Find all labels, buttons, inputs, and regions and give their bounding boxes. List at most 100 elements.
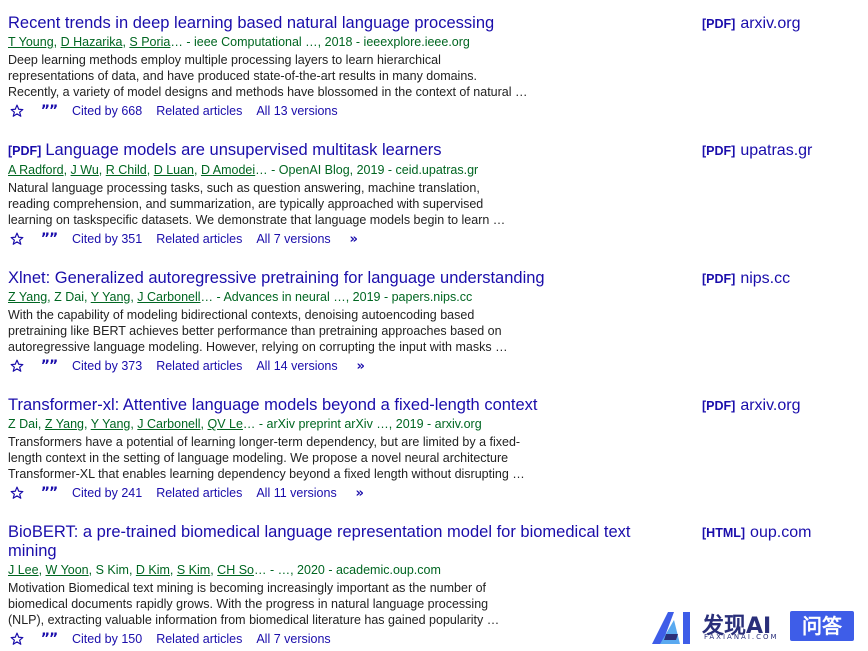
result-snippet: With the capability of modeling bidirect… <box>8 307 568 355</box>
cited-by-link[interactable]: Cited by 241 <box>72 486 142 500</box>
snippet-line: Motivation Biomedical text mining is bec… <box>8 581 487 595</box>
author-link[interactable]: J Carbonell <box>137 290 200 304</box>
format-tag[interactable]: [PDF] <box>702 399 735 413</box>
source-domain[interactable]: nips.cc <box>740 270 790 287</box>
source-domain[interactable]: oup.com <box>750 524 811 541</box>
result-source: … - ieee Computational …, 2018 - ieeexpl… <box>170 35 470 49</box>
result-title-link[interactable]: Transformer-xl: Attentive language model… <box>8 396 648 415</box>
result-authors: J Lee, W Yoon, S Kim, D Kim, S Kim, CH S… <box>8 563 441 577</box>
cited-by-link[interactable]: Cited by 150 <box>72 632 142 646</box>
all-versions-link[interactable]: All 11 versions <box>256 486 336 500</box>
snippet-line: length context in the setting of languag… <box>8 451 509 465</box>
related-articles-link[interactable]: Related articles <box>156 104 242 118</box>
author-link[interactable]: S Poria <box>129 35 170 49</box>
author-link[interactable]: Y Yang <box>91 290 131 304</box>
author-link[interactable]: Y Yang <box>91 417 131 431</box>
all-versions-link[interactable]: All 7 versions <box>256 632 330 646</box>
result-actions: ”” Cited by 241 Related articles All 11 ver… <box>8 484 698 502</box>
related-articles-link[interactable]: Related articles <box>156 232 242 246</box>
snippet-line: representations of data, and have produc… <box>8 69 478 83</box>
qa-button[interactable]: 问答 <box>790 611 854 641</box>
result-title-text[interactable]: Transformer-xl: Attentive language model… <box>8 396 538 414</box>
author-link[interactable]: J Lee <box>8 563 39 577</box>
format-tag[interactable]: [PDF] <box>702 272 735 286</box>
result-title-link[interactable]: [PDF] Language models are unsupervised mu… <box>8 141 648 161</box>
author-link[interactable]: A Radford <box>8 163 64 177</box>
author-link[interactable]: D Kim <box>136 563 170 577</box>
related-articles-link[interactable]: Related articles <box>156 359 242 373</box>
source-domain[interactable]: upatras.gr <box>740 142 812 159</box>
result-actions: ”” Cited by 373 Related articles All 14 ver… <box>8 357 698 375</box>
author-link[interactable]: D Hazarika <box>61 35 123 49</box>
full-text-link[interactable]: [PDF] nips.cc <box>702 270 790 288</box>
double-chevron-right-icon[interactable]: » <box>351 484 369 502</box>
author-link[interactable]: W Yoon <box>46 563 89 577</box>
related-articles-link[interactable]: Related articles <box>156 632 242 646</box>
author-link[interactable]: D Luan <box>154 163 194 177</box>
search-result: Transformer-xl: Attentive language model… <box>8 396 698 502</box>
search-result: BioBERT: a pre-trained biomedical langua… <box>8 523 698 648</box>
full-text-link[interactable]: [PDF] upatras.gr <box>702 142 812 160</box>
snippet-line: With the capability of modeling bidirect… <box>8 308 475 322</box>
logo-sub-text: FAXIANAI.COM <box>704 633 779 641</box>
author-link[interactable]: Z Yang <box>45 417 84 431</box>
star-icon[interactable] <box>8 357 26 375</box>
related-articles-link[interactable]: Related articles <box>156 486 242 500</box>
cited-by-link[interactable]: Cited by 373 <box>72 359 142 373</box>
all-versions-link[interactable]: All 7 versions <box>256 232 330 246</box>
result-title-link[interactable]: Xlnet: Generalized autoregressive pretra… <box>8 269 648 288</box>
result-actions: ”” Cited by 351 Related articles All 7 vers… <box>8 230 698 248</box>
result-title-text[interactable]: Recent trends in deep learning based nat… <box>8 14 494 32</box>
source-domain[interactable]: arxiv.org <box>740 397 800 414</box>
quote-icon[interactable]: ”” <box>40 484 58 502</box>
result-title-text[interactable]: Xlnet: Generalized autoregressive pretra… <box>8 269 545 287</box>
star-icon[interactable] <box>8 102 26 120</box>
format-tag[interactable]: [PDF] <box>702 144 735 158</box>
star-icon[interactable] <box>8 230 26 248</box>
double-chevron-right-icon[interactable]: » <box>345 230 363 248</box>
result-authors: A Radford, J Wu, R Child, D Luan, D Amod… <box>8 163 479 177</box>
author-link[interactable]: CH So <box>217 563 254 577</box>
star-icon[interactable] <box>8 630 26 648</box>
result-snippet: Motivation Biomedical text mining is bec… <box>8 580 568 628</box>
result-title-text[interactable]: BioBERT: a pre-trained biomedical langua… <box>8 523 630 560</box>
quote-icon[interactable]: ”” <box>40 102 58 120</box>
author-link[interactable]: Z Yang <box>8 290 47 304</box>
cited-by-link[interactable]: Cited by 351 <box>72 232 142 246</box>
result-title-link[interactable]: Recent trends in deep learning based nat… <box>8 14 648 33</box>
result-actions: ”” Cited by 150 Related articles All 7 vers… <box>8 630 698 648</box>
quote-icon[interactable]: ”” <box>40 630 58 648</box>
source-domain[interactable]: arxiv.org <box>740 15 800 32</box>
format-tag[interactable]: [PDF] <box>8 144 41 158</box>
quote-icon[interactable]: ”” <box>40 357 58 375</box>
full-text-link[interactable]: [HTML] oup.com <box>702 524 811 542</box>
result-title-link[interactable]: BioBERT: a pre-trained biomedical langua… <box>8 523 648 561</box>
snippet-line: (NLP), extracting valuable information f… <box>8 613 500 627</box>
result-title-text[interactable]: Language models are unsupervised multita… <box>45 141 441 159</box>
format-tag[interactable]: [PDF] <box>702 17 735 31</box>
snippet-line: Transformers have a potential of learnin… <box>8 435 521 449</box>
double-chevron-right-icon[interactable]: » <box>352 357 370 375</box>
search-result: [PDF] Language models are unsupervised mu… <box>8 141 698 248</box>
snippet-line: Deep learning methods employ multiple pr… <box>8 53 441 67</box>
result-source: … - OpenAI Blog, 2019 - ceid.upatras.gr <box>255 163 479 177</box>
result-authors: Z Yang, Z Dai, Y Yang, J Carbonell… - Ad… <box>8 290 473 304</box>
all-versions-link[interactable]: All 14 versions <box>256 359 337 373</box>
full-text-link[interactable]: [PDF] arxiv.org <box>702 397 801 415</box>
format-tag[interactable]: [HTML] <box>702 526 745 540</box>
result-authors: T Young, D Hazarika, S Poria… - ieee Com… <box>8 35 470 49</box>
star-icon[interactable] <box>8 484 26 502</box>
search-result: Xlnet: Generalized autoregressive pretra… <box>8 269 698 375</box>
author-link[interactable]: D Amodei <box>201 163 255 177</box>
cited-by-link[interactable]: Cited by 668 <box>72 104 142 118</box>
author-link[interactable]: J Carbonell <box>137 417 200 431</box>
author-link[interactable]: QV Le <box>207 417 242 431</box>
author-link[interactable]: J Wu <box>71 163 99 177</box>
snippet-line: Natural language processing tasks, such … <box>8 181 480 195</box>
full-text-link[interactable]: [PDF] arxiv.org <box>702 15 801 33</box>
author-link[interactable]: T Young <box>8 35 54 49</box>
author-link[interactable]: R Child <box>106 163 147 177</box>
quote-icon[interactable]: ”” <box>40 230 58 248</box>
all-versions-link[interactable]: All 13 versions <box>256 104 337 118</box>
author-link[interactable]: S Kim <box>177 563 210 577</box>
